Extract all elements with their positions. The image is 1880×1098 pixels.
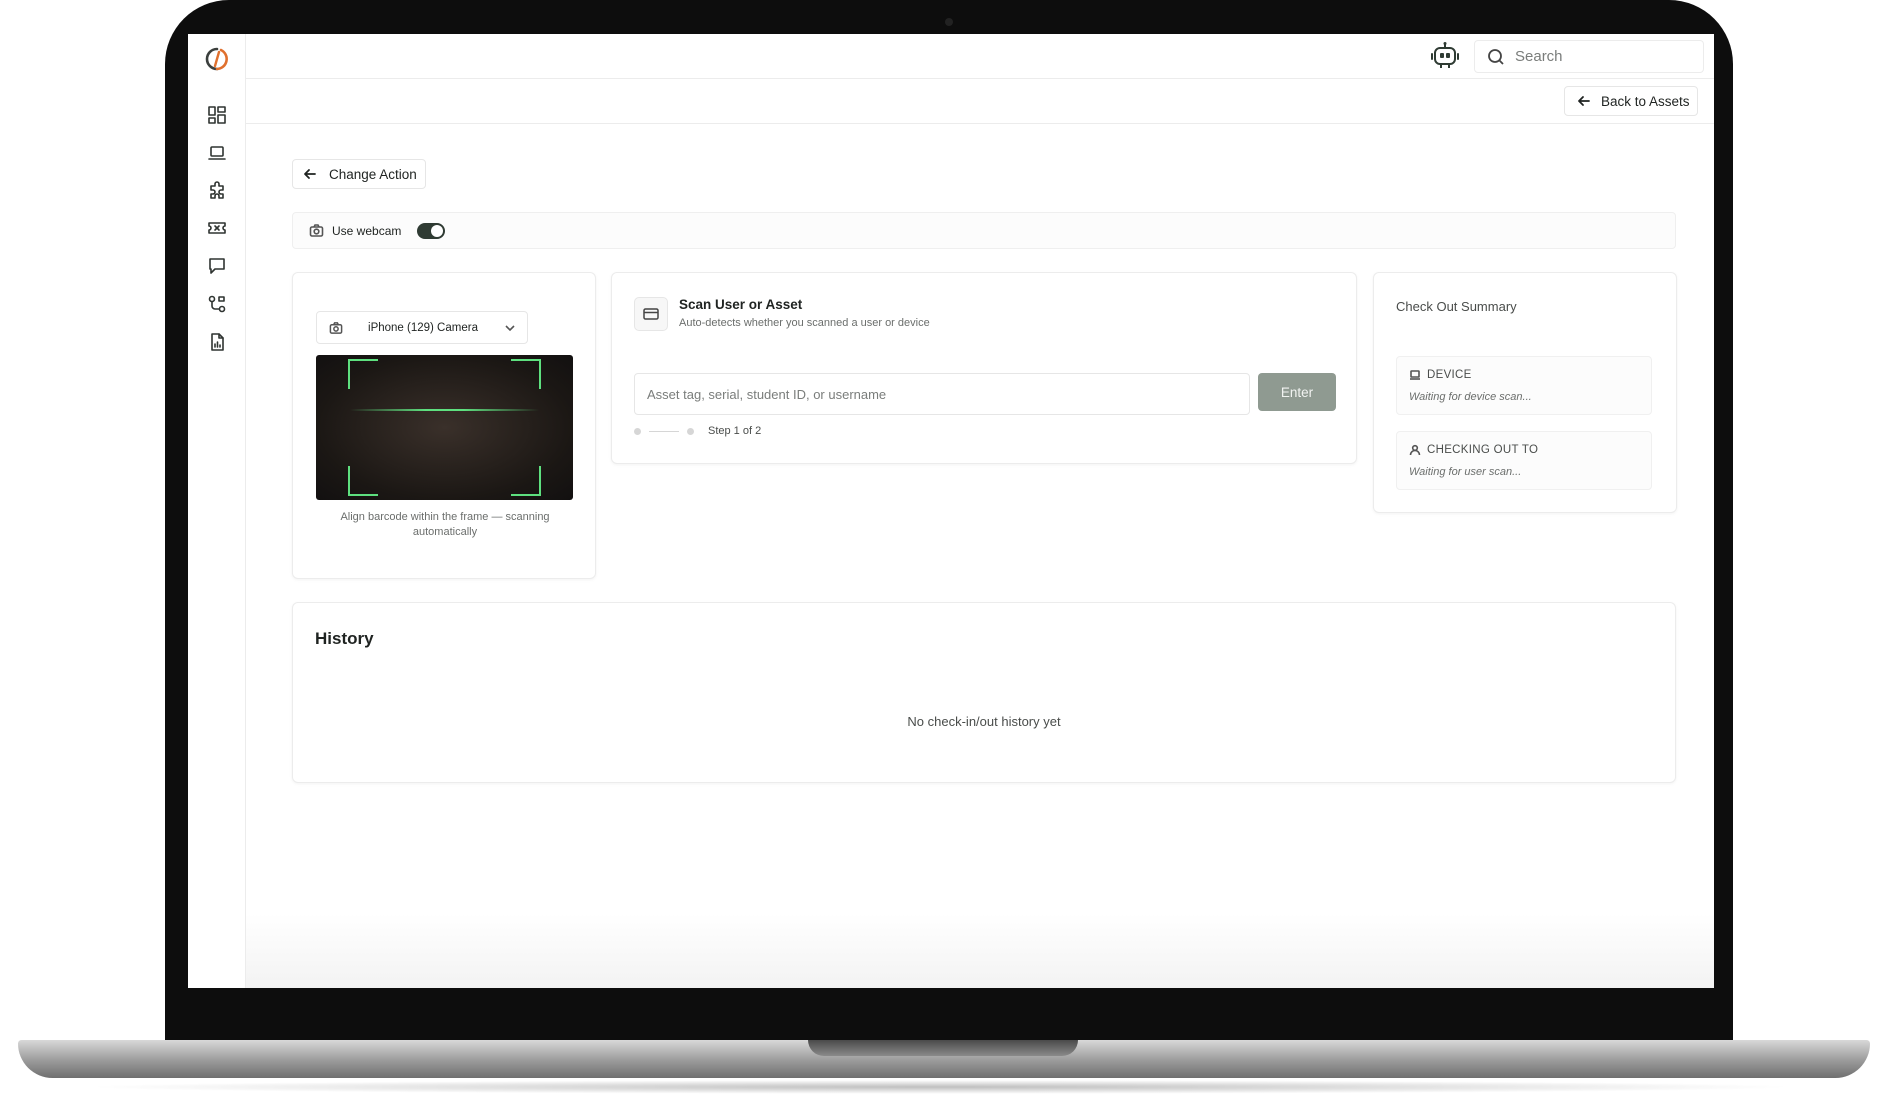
history-title: History <box>315 629 374 648</box>
laptop-shadow <box>80 1080 1800 1094</box>
top-bar: Search <box>246 34 1714 79</box>
change-action-label: Change Action <box>329 166 417 182</box>
summary-user-label: CHECKING OUT TO <box>1427 444 1539 456</box>
checkout-summary-card: Check Out Summary DEVICE Waiting for dev… <box>1373 272 1677 513</box>
search-placeholder: Search <box>1515 48 1563 65</box>
arrow-left-icon <box>1578 96 1590 106</box>
camera-icon <box>329 321 343 334</box>
sidebar-item-reports[interactable] <box>206 331 228 353</box>
scan-input[interactable]: Asset tag, serial, student ID, or userna… <box>634 373 1250 415</box>
summary-user-value: Waiting for user scan... <box>1409 466 1522 478</box>
robot-icon[interactable] <box>1429 40 1461 72</box>
puzzle-icon <box>210 181 224 199</box>
camera-hint: Align barcode within the frame — scannin… <box>340 511 550 538</box>
sidebar-item-messages[interactable] <box>206 255 228 277</box>
sidebar <box>188 34 246 988</box>
step-dot <box>687 427 694 435</box>
screen-fade <box>246 914 1714 988</box>
laptop-camera <box>945 18 953 26</box>
camera-select[interactable]: iPhone (129) Camera <box>316 311 528 344</box>
camera-viewfinder <box>316 355 573 500</box>
history-card: History No check-in/out history yet <box>292 602 1676 783</box>
viewfinder-corner <box>511 466 541 496</box>
arrow-left-icon <box>304 169 316 179</box>
sidebar-item-integrations[interactable] <box>206 180 228 202</box>
scan-subtitle: Auto-detects whether you scanned a user … <box>679 317 930 329</box>
laptop-icon <box>1410 370 1420 380</box>
summary-user-label-row: CHECKING OUT TO <box>1409 444 1538 456</box>
scan-line <box>350 409 539 411</box>
user-icon <box>1409 444 1421 456</box>
summary-user: CHECKING OUT TO Waiting for user scan... <box>1396 431 1652 490</box>
app-screen: Search Back to Assets Change Action Use … <box>188 34 1714 988</box>
summary-device-value: Waiting for device scan... <box>1409 391 1532 403</box>
scan-title: Scan User or Asset <box>679 297 803 312</box>
step-dot <box>634 427 641 435</box>
workflow-icon <box>208 295 226 313</box>
scan-card-icon <box>634 297 668 331</box>
report-icon <box>211 333 224 351</box>
chevron-down-icon <box>505 324 515 331</box>
enter-button[interactable]: Enter <box>1258 373 1336 411</box>
sidebar-item-dashboard[interactable] <box>206 104 228 126</box>
webcam-settings-row: Use webcam <box>292 212 1676 249</box>
summary-device: DEVICE Waiting for device scan... <box>1396 356 1652 415</box>
camera-icon <box>309 224 324 237</box>
back-to-assets-label: Back to Assets <box>1601 93 1690 109</box>
search-input[interactable]: Search <box>1474 40 1704 73</box>
viewfinder-corner <box>511 359 541 389</box>
sub-bar: Back to Assets <box>246 79 1714 124</box>
webcam-toggle[interactable] <box>417 222 446 239</box>
summary-device-label-row: DEVICE <box>1409 369 1472 381</box>
camera-card: iPhone (129) Camera Align barcode within… <box>292 272 596 579</box>
summary-device-label: DEVICE <box>1427 369 1472 381</box>
sidebar-item-workflows[interactable] <box>206 293 228 315</box>
camera-select-value: iPhone (129) Camera <box>368 321 478 334</box>
app-logo-icon[interactable] <box>204 46 230 72</box>
viewfinder-corner <box>348 359 378 389</box>
scan-input-placeholder: Asset tag, serial, student ID, or userna… <box>647 386 887 402</box>
back-to-assets-button[interactable]: Back to Assets <box>1564 86 1698 116</box>
sidebar-item-tickets[interactable] <box>206 217 228 239</box>
chat-icon <box>209 258 225 274</box>
step-label: Step 1 of 2 <box>708 425 762 437</box>
ticket-icon <box>208 222 226 234</box>
step-indicator: Step 1 of 2 <box>634 425 761 437</box>
history-empty-state: No check-in/out history yet <box>907 714 1061 729</box>
scan-card: Scan User or Asset Auto-detects whether … <box>611 272 1357 464</box>
summary-title: Check Out Summary <box>1396 299 1517 314</box>
webcam-label: Use webcam <box>332 223 402 238</box>
change-action-button[interactable]: Change Action <box>292 159 426 189</box>
laptop-base-notch <box>808 1040 1078 1056</box>
search-icon <box>1488 48 1504 65</box>
id-card-icon <box>643 308 659 320</box>
step-connector <box>649 430 679 432</box>
laptop-frame: Search Back to Assets Change Action Use … <box>0 0 1880 1098</box>
sidebar-item-assets[interactable] <box>206 142 228 164</box>
dashboard-icon <box>208 106 226 124</box>
viewfinder-corner <box>348 466 378 496</box>
laptop-icon <box>208 146 226 160</box>
